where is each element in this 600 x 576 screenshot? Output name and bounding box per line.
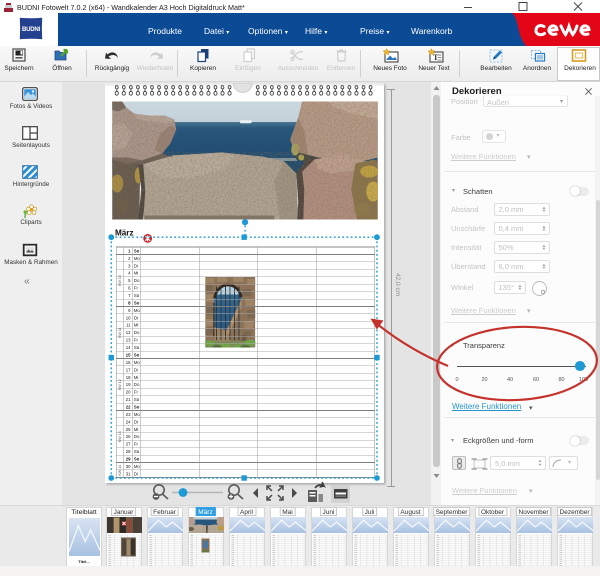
svg-text:13: 13 bbox=[126, 337, 131, 342]
svg-text:12: 12 bbox=[126, 330, 131, 335]
svg-text:23: 23 bbox=[126, 411, 131, 416]
svg-text:So: So bbox=[134, 456, 140, 461]
svg-text:Mo: Mo bbox=[134, 359, 141, 364]
svg-text:Mi: Mi bbox=[134, 374, 139, 379]
svg-text:Mi: Mi bbox=[134, 426, 139, 431]
svg-text:KW 14: KW 14 bbox=[118, 464, 122, 475]
svg-text:Mo: Mo bbox=[134, 255, 141, 260]
svg-text:30: 30 bbox=[126, 463, 131, 468]
svg-text:24: 24 bbox=[126, 419, 131, 424]
svg-text:Fr: Fr bbox=[134, 441, 139, 446]
svg-text:Fr: Fr bbox=[134, 389, 139, 394]
svg-text:26: 26 bbox=[126, 434, 131, 439]
svg-text:Mo: Mo bbox=[134, 307, 141, 312]
svg-text:Sa: Sa bbox=[134, 397, 140, 402]
svg-text:Do: Do bbox=[134, 278, 140, 283]
svg-text:Fr: Fr bbox=[134, 285, 139, 290]
svg-text:KW 13: KW 13 bbox=[118, 431, 122, 442]
svg-text:Mi: Mi bbox=[134, 322, 139, 327]
svg-text:31: 31 bbox=[126, 471, 131, 476]
svg-text:25: 25 bbox=[126, 426, 131, 431]
svg-text:So: So bbox=[134, 248, 140, 253]
svg-text:KW 11: KW 11 bbox=[118, 327, 122, 338]
svg-text:18: 18 bbox=[126, 374, 131, 379]
svg-text:KW 10: KW 10 bbox=[118, 275, 122, 286]
svg-text:Do: Do bbox=[134, 382, 140, 387]
svg-text:Sa: Sa bbox=[134, 345, 140, 350]
svg-text:Mo: Mo bbox=[134, 411, 141, 416]
svg-text:So: So bbox=[134, 404, 140, 409]
svg-text:Fr: Fr bbox=[134, 337, 139, 342]
svg-text:Mi: Mi bbox=[134, 270, 139, 275]
svg-text:Di: Di bbox=[134, 315, 138, 320]
svg-text:Sa: Sa bbox=[134, 449, 140, 454]
svg-text:19: 19 bbox=[126, 382, 131, 387]
svg-text:10: 10 bbox=[126, 315, 131, 320]
svg-text:Mo: Mo bbox=[134, 463, 141, 468]
svg-text:März: März bbox=[115, 228, 134, 237]
svg-text:11: 11 bbox=[126, 322, 131, 327]
svg-text:15: 15 bbox=[126, 352, 131, 357]
svg-text:28: 28 bbox=[126, 449, 131, 454]
svg-text:Di: Di bbox=[134, 263, 138, 268]
svg-text:Di: Di bbox=[134, 471, 138, 476]
svg-text:Do: Do bbox=[134, 434, 140, 439]
svg-text:22: 22 bbox=[126, 404, 131, 409]
svg-text:14: 14 bbox=[126, 345, 131, 350]
svg-text:29: 29 bbox=[126, 456, 131, 461]
svg-text:17: 17 bbox=[126, 367, 131, 372]
svg-text:Sa: Sa bbox=[134, 292, 140, 297]
svg-text:KW 12: KW 12 bbox=[118, 379, 122, 390]
svg-text:21: 21 bbox=[126, 397, 131, 402]
svg-text:Do: Do bbox=[134, 330, 140, 335]
svg-text:So: So bbox=[134, 300, 140, 305]
svg-text:27: 27 bbox=[126, 441, 131, 446]
svg-text:Di: Di bbox=[134, 367, 138, 372]
svg-text:Di: Di bbox=[134, 419, 138, 424]
svg-text:16: 16 bbox=[126, 359, 131, 364]
svg-text:BUDNI: BUDNI bbox=[22, 27, 41, 33]
svg-text:20: 20 bbox=[126, 389, 131, 394]
svg-text:So: So bbox=[134, 352, 140, 357]
